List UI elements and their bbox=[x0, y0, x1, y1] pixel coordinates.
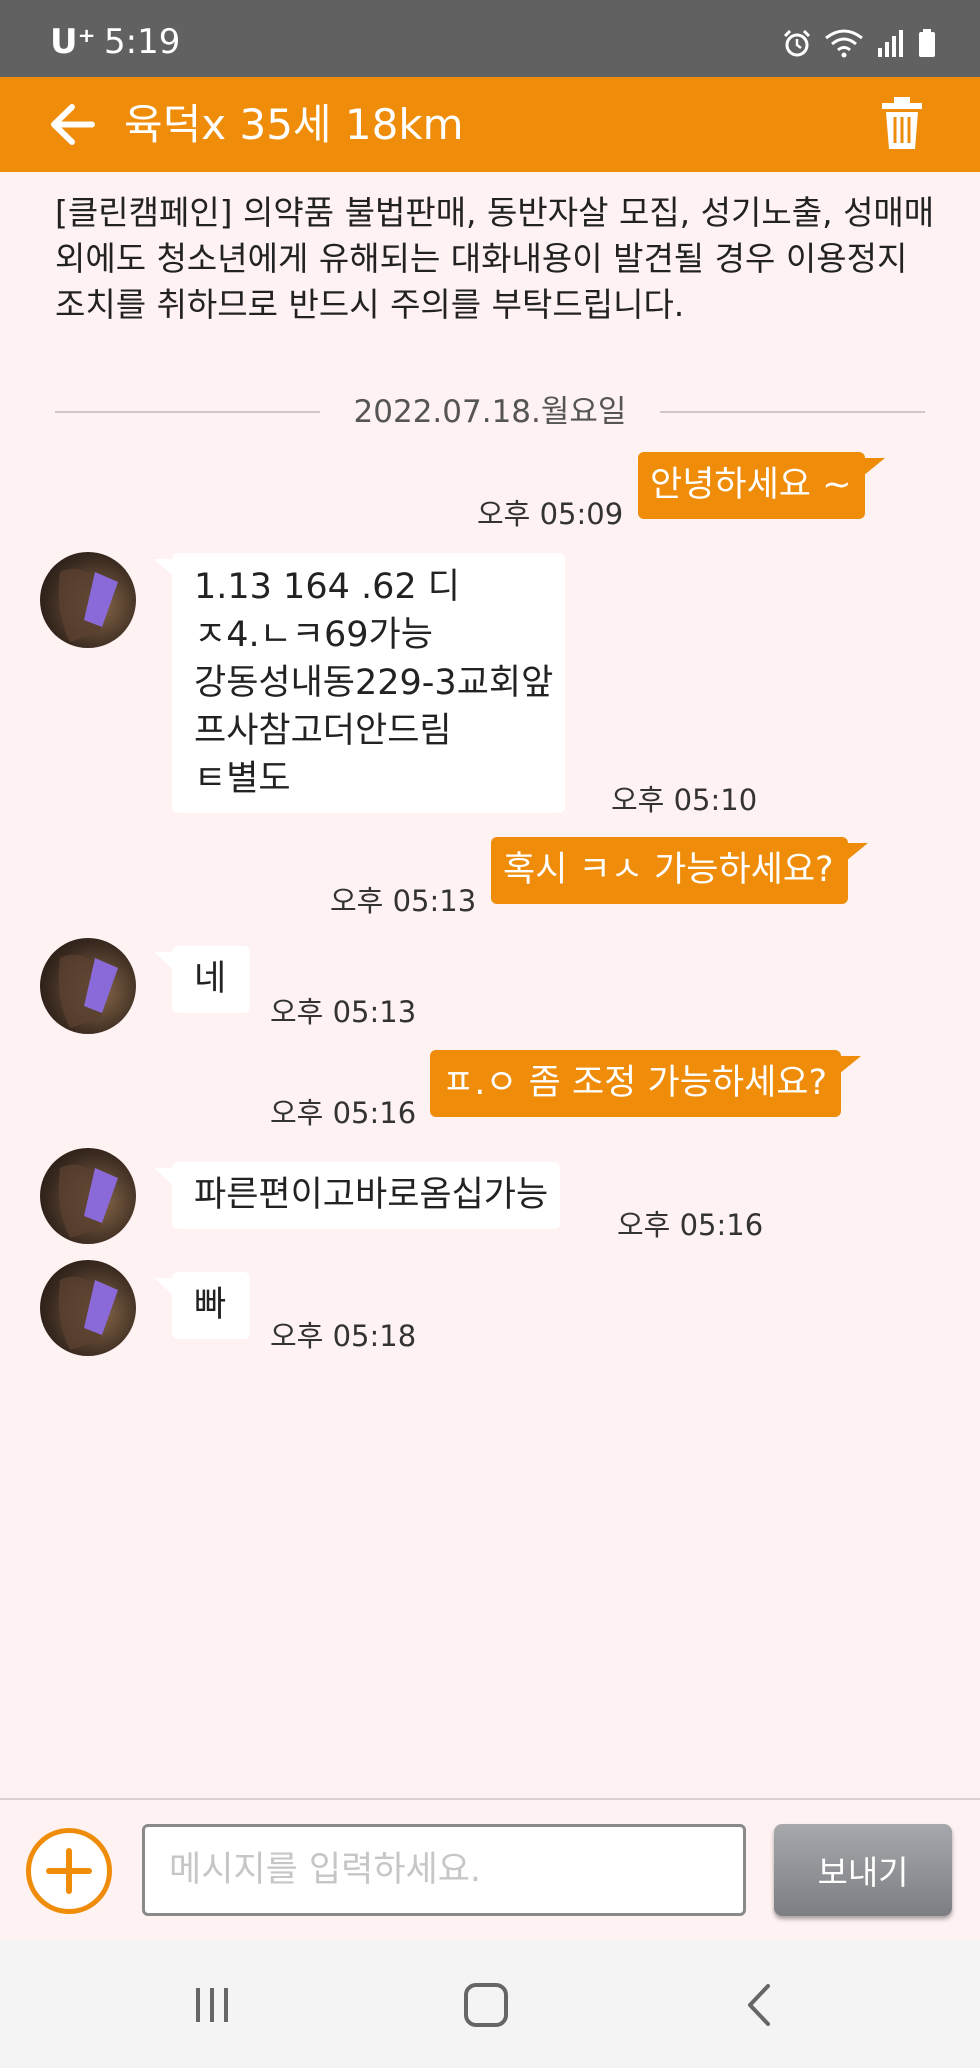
wifi-icon bbox=[825, 29, 863, 58]
signal-icon bbox=[878, 30, 903, 57]
notice-text: [클린캠페인] 의약품 불법판매, 동반자살 모집, 성기노출, 성매매 외에도… bbox=[55, 193, 935, 324]
message-line: 강동성내동229-3교회앞 bbox=[194, 663, 554, 703]
received-message-bubble[interactable]: 1.13 164 .62 디 ㅈ4.ㄴㅋ69가능 강동성내동229-3교회앞 프… bbox=[153, 553, 566, 813]
avatar[interactable] bbox=[40, 1260, 136, 1356]
app-header: 육덕x 35세 18km bbox=[0, 77, 980, 172]
message-line: ㅈ4.ㄴㅋ69가능 bbox=[194, 615, 433, 655]
send-button[interactable]: 보내기 bbox=[774, 1824, 952, 1916]
received-message-bubble[interactable]: 네 bbox=[153, 946, 251, 1013]
plus-circle-icon bbox=[46, 1848, 92, 1894]
divider-line bbox=[660, 411, 925, 413]
battery-icon bbox=[919, 29, 935, 57]
message-time: 오후 05:13 bbox=[270, 995, 417, 1029]
received-message-bubble[interactable]: 빠 bbox=[153, 1272, 251, 1339]
message-time: 오후 05:16 bbox=[270, 1096, 417, 1130]
message-time: 오후 05:09 bbox=[477, 497, 624, 531]
home-icon bbox=[464, 1983, 508, 2027]
back-icon bbox=[748, 1984, 770, 2026]
nav-back-button[interactable] bbox=[730, 1980, 790, 2030]
avatar-image bbox=[58, 1164, 118, 1238]
sent-message-bubble[interactable]: 안녕하세요 ~ bbox=[638, 452, 886, 519]
arrow-left-icon bbox=[51, 104, 95, 145]
recent-apps-button[interactable] bbox=[182, 1980, 242, 2030]
sent-message-bubble[interactable]: 혹시 ㅋㅅ 가능하세요? bbox=[491, 837, 868, 904]
date-divider: 2022.07.18.월요일 bbox=[55, 390, 925, 434]
message-time: 오후 05:10 bbox=[611, 783, 758, 817]
message-time: 오후 05:16 bbox=[617, 1208, 764, 1242]
avatar-image bbox=[58, 954, 118, 1028]
recent-apps-icon bbox=[196, 1988, 228, 2022]
message-line: ㅌ별도 bbox=[194, 759, 291, 799]
avatar[interactable] bbox=[40, 552, 136, 648]
status-icons bbox=[782, 28, 936, 58]
trash-icon bbox=[882, 97, 922, 149]
message-input-bar: 보내기 bbox=[0, 1798, 980, 1940]
message-time: 오후 05:13 bbox=[330, 884, 477, 918]
add-attachment-button[interactable] bbox=[26, 1828, 112, 1914]
avatar-image bbox=[58, 568, 118, 642]
avatar[interactable] bbox=[40, 938, 136, 1034]
message-line: 프사참고더안드림 bbox=[194, 711, 452, 751]
avatar[interactable] bbox=[40, 1148, 136, 1244]
chat-title: 육덕x 35세 18km bbox=[124, 100, 464, 149]
status-time: 5:19 bbox=[104, 22, 181, 62]
carrier-label: U⁺ bbox=[50, 22, 96, 62]
message-input[interactable] bbox=[142, 1824, 746, 1916]
message-time: 오후 05:18 bbox=[270, 1319, 417, 1353]
system-nav-bar bbox=[0, 1940, 980, 2068]
delete-button[interactable] bbox=[880, 95, 924, 151]
alarm-icon bbox=[783, 29, 811, 57]
sent-message-bubble[interactable]: ㅍ.ㅇ 좀 조정 가능하세요? bbox=[430, 1050, 862, 1117]
home-button[interactable] bbox=[456, 1980, 516, 2030]
message-line: 1.13 164 .62 디 bbox=[194, 567, 460, 607]
received-message-bubble[interactable]: 파른편이고바로옴십가능 bbox=[153, 1162, 561, 1229]
status-bar: U⁺ 5:19 bbox=[0, 0, 980, 77]
back-button[interactable] bbox=[44, 97, 104, 152]
avatar-image bbox=[58, 1276, 118, 1350]
